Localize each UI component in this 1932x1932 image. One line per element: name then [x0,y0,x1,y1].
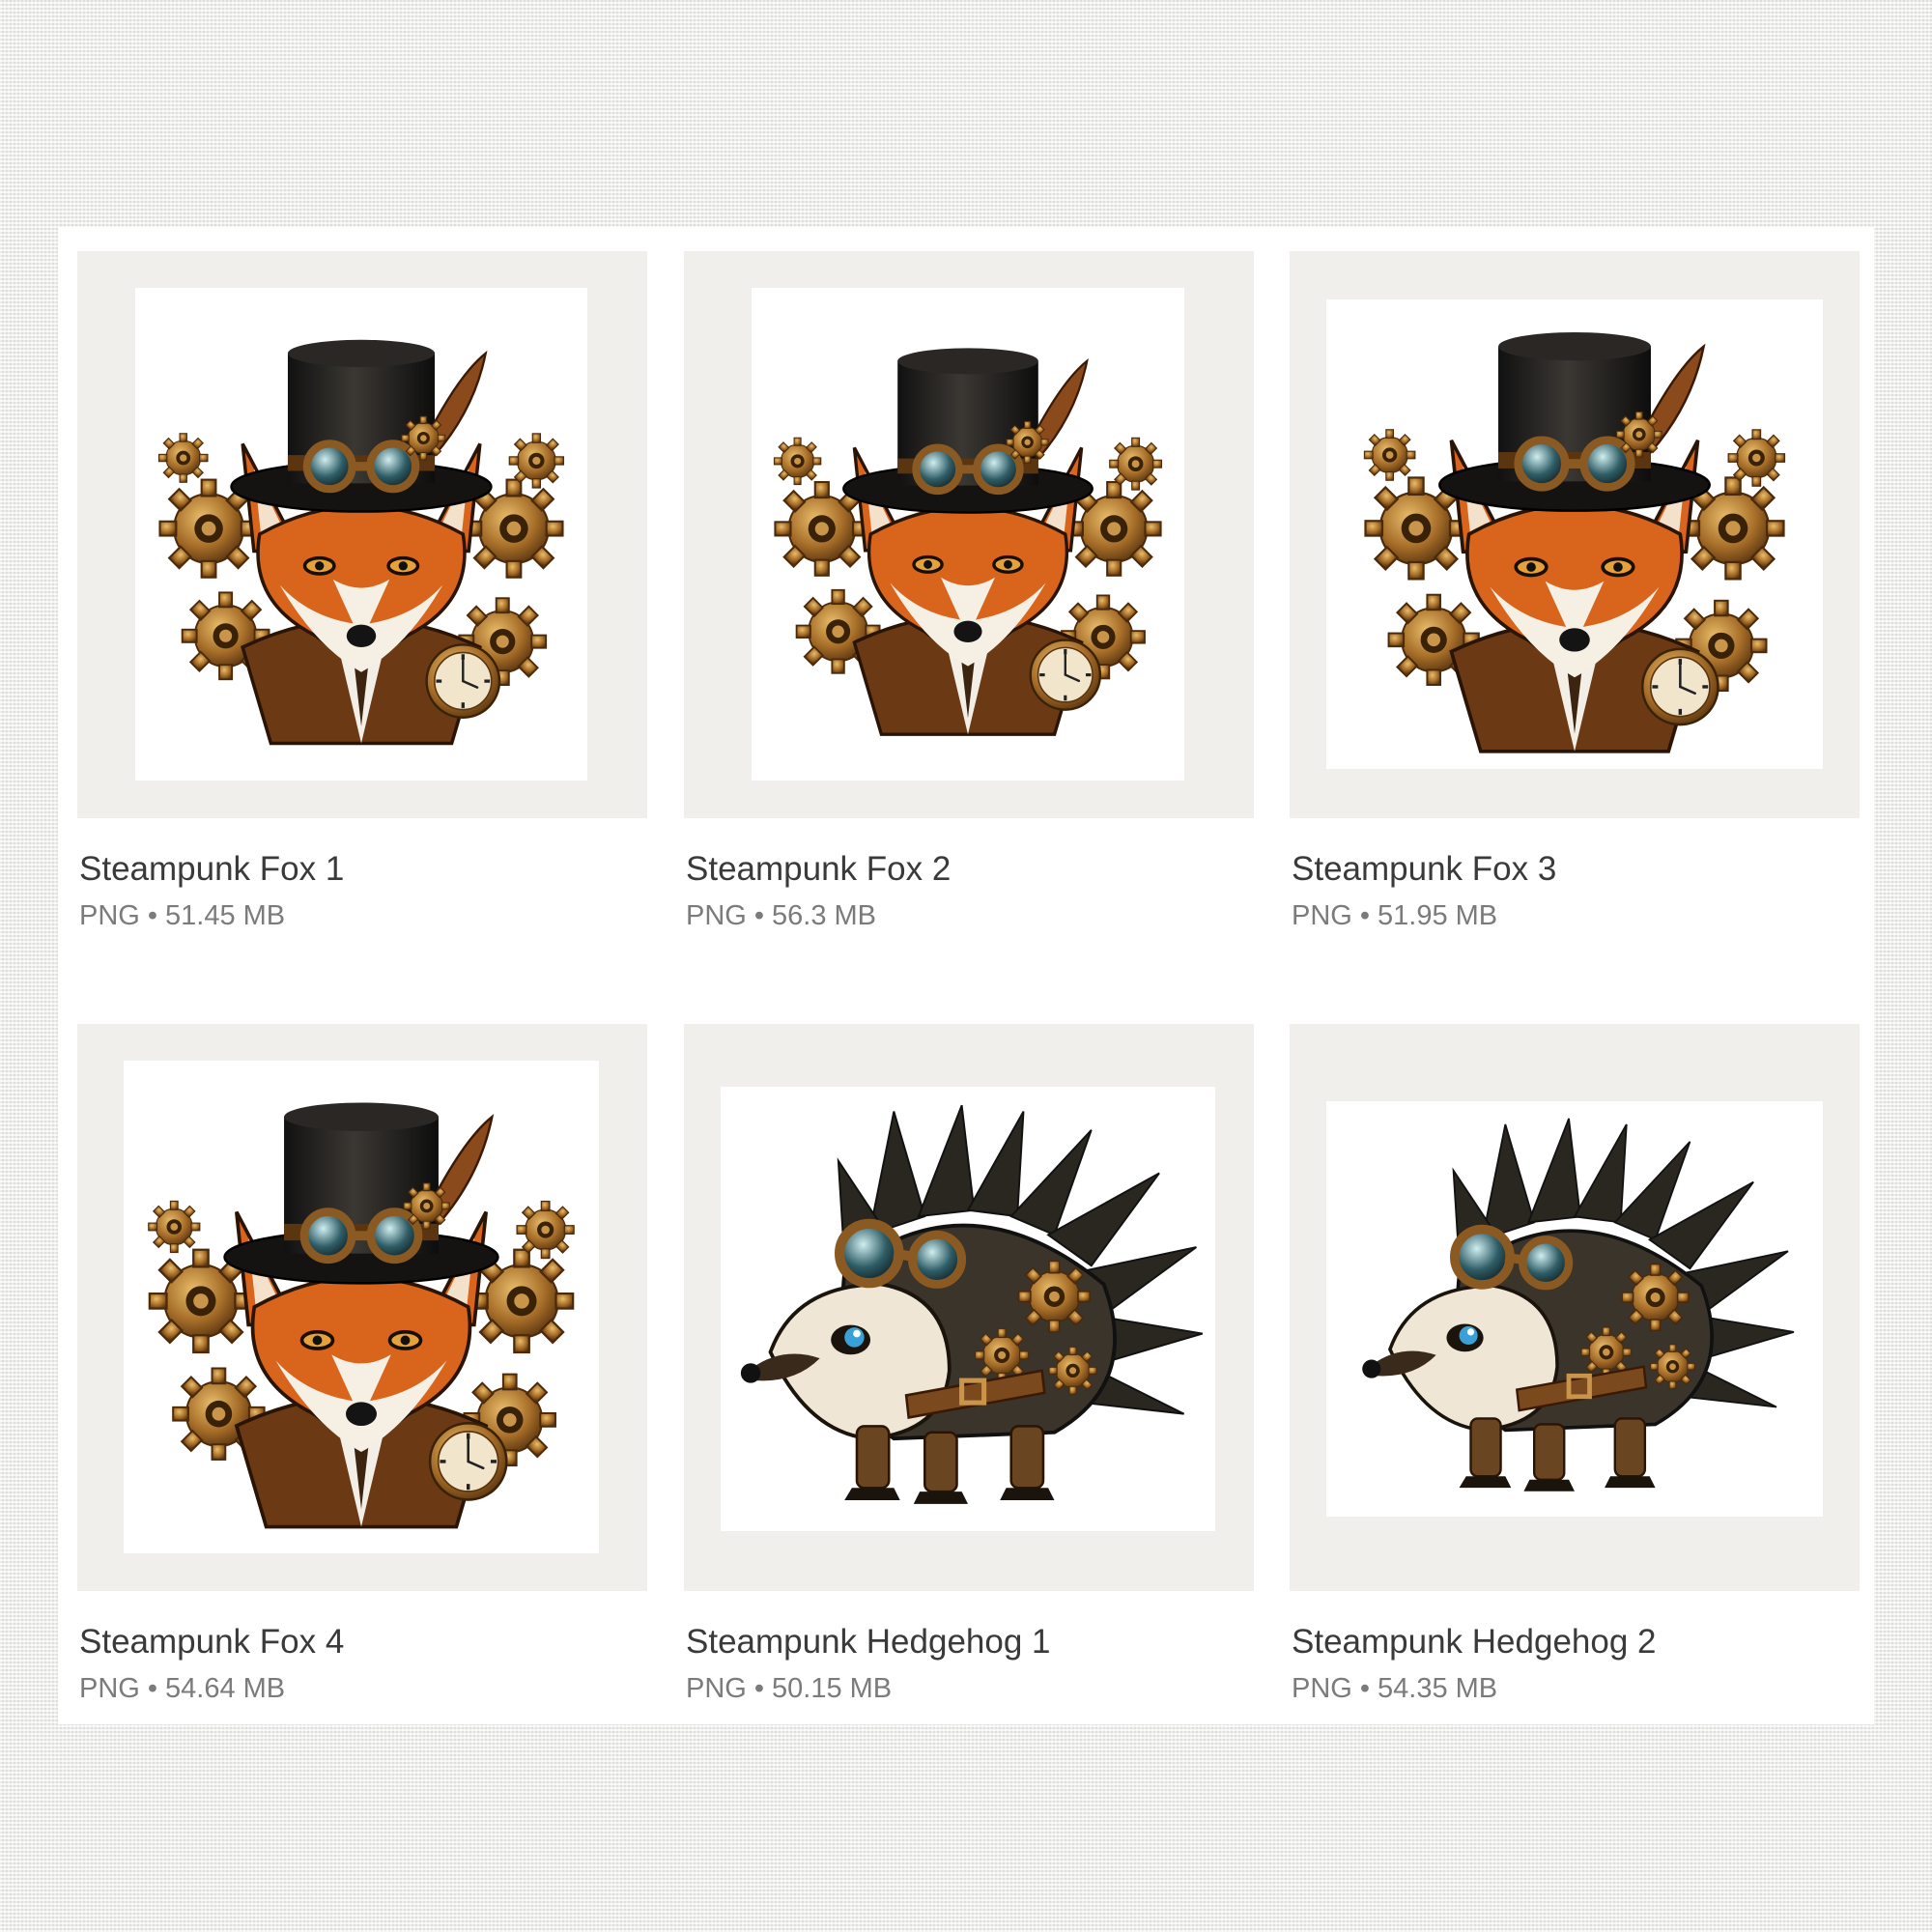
file-size: 50.15 MB [772,1673,893,1704]
product-title[interactable]: Steampunk Fox 4 [79,1623,344,1662]
separator-dot: • [753,1673,764,1704]
product-thumbnail[interactable] [77,251,647,818]
separator-dot: • [753,900,764,931]
product-title[interactable]: Steampunk Fox 2 [686,850,951,889]
separator-dot: • [147,1673,157,1704]
file-format: PNG [79,900,140,931]
file-size: 51.45 MB [165,900,286,931]
steampunk-fox-image [124,1061,599,1553]
file-format: PNG [686,900,747,931]
file-format: PNG [79,1673,140,1704]
product-meta: PNG • 51.95 MB [1292,900,1497,932]
product-thumbnail[interactable] [684,251,1254,818]
steampunk-fox-image [752,288,1184,781]
separator-dot: • [1359,900,1370,931]
product-thumbnail[interactable] [1290,1024,1860,1591]
product-title[interactable]: Steampunk Hedgehog 1 [686,1623,1051,1662]
file-format: PNG [1292,900,1352,931]
product-thumbnail[interactable] [684,1024,1254,1591]
separator-dot: • [147,900,157,931]
product-thumbnail[interactable] [77,1024,647,1591]
product-meta: PNG • 50.15 MB [686,1673,892,1705]
steampunk-fox-image [1326,299,1823,769]
file-size: 54.64 MB [165,1673,286,1704]
product-meta: PNG • 51.45 MB [79,900,285,932]
steampunk-hedgehog-image [1326,1101,1823,1517]
file-format: PNG [686,1673,747,1704]
product-grid: Steampunk Fox 1 PNG • 51.45 MB Steampunk F… [58,227,1874,1724]
product-title[interactable]: Steampunk Fox 3 [1292,850,1556,889]
steampunk-fox-image [135,288,587,781]
product-title[interactable]: Steampunk Fox 1 [79,850,344,889]
file-size: 51.95 MB [1378,900,1498,931]
product-meta: PNG • 54.35 MB [1292,1673,1497,1705]
product-title[interactable]: Steampunk Hedgehog 2 [1292,1623,1657,1662]
steampunk-hedgehog-image [721,1087,1215,1531]
separator-dot: • [1359,1673,1370,1704]
product-meta: PNG • 56.3 MB [686,900,876,932]
product-meta: PNG • 54.64 MB [79,1673,285,1705]
file-size: 54.35 MB [1378,1673,1498,1704]
product-thumbnail[interactable] [1290,251,1860,818]
file-size: 56.3 MB [772,900,876,931]
file-format: PNG [1292,1673,1352,1704]
